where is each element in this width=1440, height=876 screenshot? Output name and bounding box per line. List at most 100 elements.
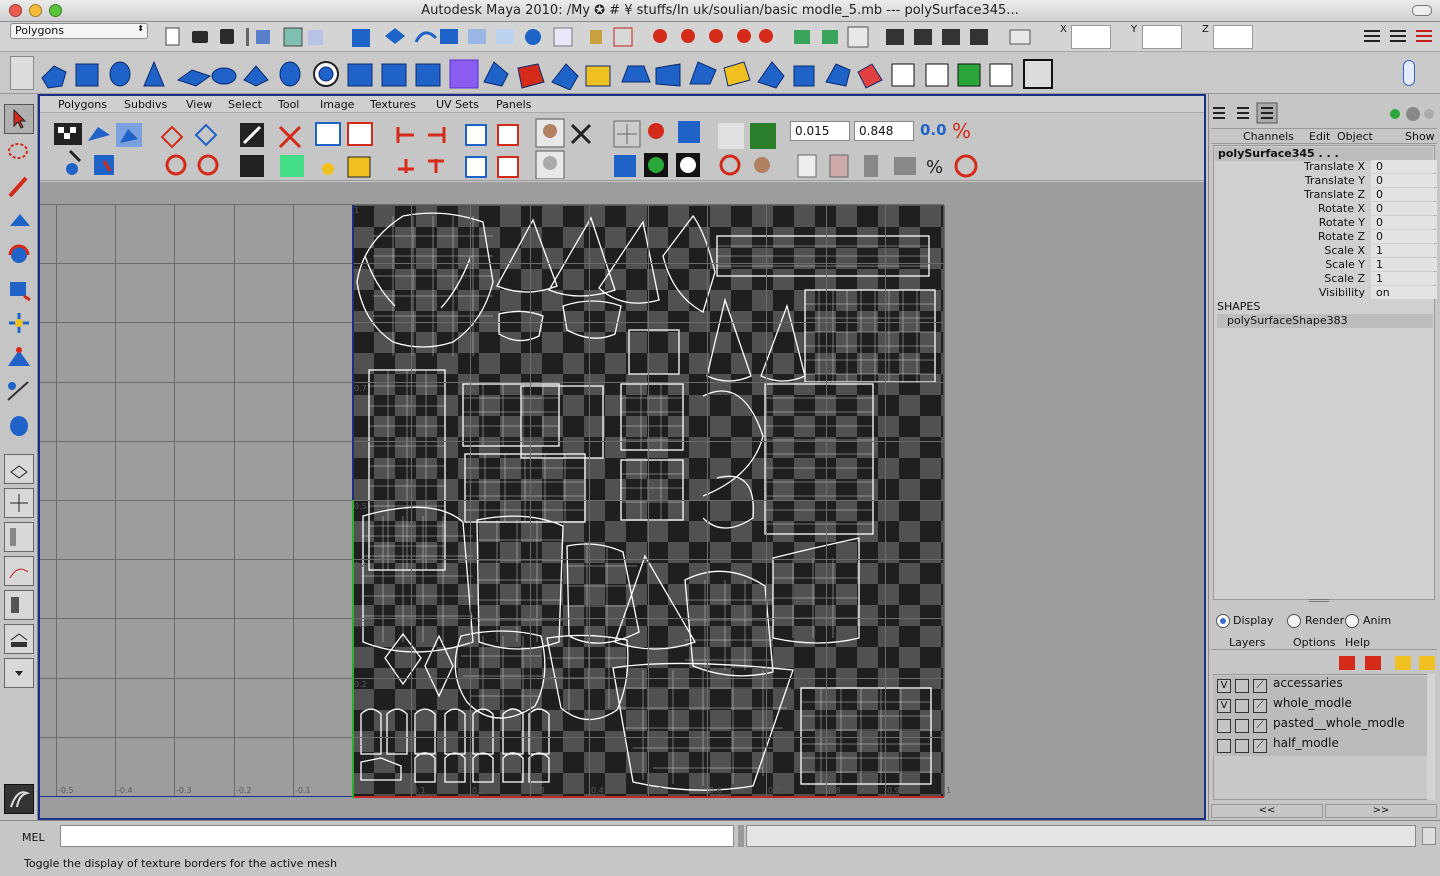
help-menu[interactable]: Help xyxy=(1345,636,1370,649)
uv-viewport[interactable]: -0.5 -0.4 -0.3 -0.2 -0.1 0 0.1 0.2 0.3 0.4 0.5 0.6 0… xyxy=(40,182,1204,818)
menu-uv-sets[interactable]: UV Sets xyxy=(436,98,479,111)
attribute-value-field[interactable]: 0 xyxy=(1371,174,1437,187)
layer-visibility-toggle[interactable] xyxy=(1217,739,1231,753)
object-menu[interactable]: Object xyxy=(1337,130,1373,143)
move-tool-icon[interactable] xyxy=(4,206,34,236)
layer-scrollbar[interactable] xyxy=(1427,674,1435,800)
rotate-tool-icon[interactable] xyxy=(4,240,34,270)
layer-color-swatch[interactable]: ⟋ xyxy=(1253,679,1267,693)
lasso-tool-icon[interactable] xyxy=(4,138,34,168)
attribute-value-field[interactable]: on xyxy=(1371,286,1437,299)
layer-action-icons[interactable] xyxy=(1335,652,1435,674)
x-coord-field[interactable] xyxy=(1071,25,1111,49)
attribute-row[interactable]: Translate Z 0 xyxy=(1213,188,1437,202)
attribute-row[interactable]: Translate X 0 xyxy=(1213,160,1437,174)
layers-menu[interactable]: Layers xyxy=(1229,636,1265,649)
layer-color-swatch[interactable]: ⟋ xyxy=(1253,739,1267,753)
anim-radio[interactable] xyxy=(1345,614,1359,628)
command-language-label[interactable]: MEL xyxy=(22,831,45,844)
layer-type-toggle[interactable] xyxy=(1235,679,1249,693)
attribute-row[interactable]: Scale X 1 xyxy=(1213,244,1437,258)
z-coord-field[interactable] xyxy=(1213,25,1253,49)
panel-layout-icons[interactable] xyxy=(1360,25,1440,49)
status-line-icons[interactable] xyxy=(150,24,1200,50)
v-coordinate-field[interactable]: 0.848 xyxy=(854,121,914,141)
layer-row[interactable]: V ⟋ accessaries xyxy=(1213,676,1431,696)
layer-row[interactable]: V ⟋ whole_modle xyxy=(1213,696,1431,716)
attribute-value-field[interactable]: 0 xyxy=(1371,202,1437,215)
scroll-right-button[interactable]: >> xyxy=(1325,804,1437,818)
script-editor-button[interactable] xyxy=(1422,827,1436,845)
four-view-layout-icon[interactable] xyxy=(4,488,34,518)
paint-select-tool-icon[interactable] xyxy=(4,172,34,202)
attribute-value-field[interactable]: 0 xyxy=(1371,188,1437,201)
channel-box-mode-icons[interactable] xyxy=(1211,102,1291,124)
edit-menu[interactable]: Edit xyxy=(1309,130,1330,143)
mel-command-input[interactable] xyxy=(60,825,734,847)
attribute-value-field[interactable]: 0 xyxy=(1371,216,1437,229)
attribute-row[interactable]: Scale Z 1 xyxy=(1213,272,1437,286)
menu-view[interactable]: View xyxy=(186,98,212,111)
layout-options-button[interactable] xyxy=(4,658,34,688)
persp-outliner-layout-icon[interactable] xyxy=(4,522,34,552)
select-tool-icon[interactable] xyxy=(4,104,34,134)
menu-polygons[interactable]: Polygons xyxy=(58,98,107,111)
percentage-icon[interactable]: % xyxy=(952,119,971,143)
layer-color-swatch[interactable]: ⟋ xyxy=(1253,699,1267,713)
menu-select[interactable]: Select xyxy=(228,98,262,111)
shape-name[interactable]: polySurfaceShape383 xyxy=(1217,314,1433,328)
layer-visibility-toggle[interactable] xyxy=(1217,719,1231,733)
scroll-left-button[interactable]: << xyxy=(1211,804,1323,818)
persp-graph-layout-icon[interactable] xyxy=(4,556,34,586)
layer-type-toggle[interactable] xyxy=(1235,699,1249,713)
layer-type-toggle[interactable] xyxy=(1235,719,1249,733)
shelf-menu-button[interactable] xyxy=(10,56,34,90)
last-tool-icon[interactable] xyxy=(4,410,34,440)
layer-visibility-toggle[interactable]: V xyxy=(1217,699,1231,713)
render-radio[interactable] xyxy=(1287,614,1301,628)
display-mode-icons[interactable] xyxy=(1387,104,1435,124)
menu-set-dropdown[interactable]: Polygons ⬍ xyxy=(10,23,148,39)
attribute-value-field[interactable]: 0 xyxy=(1371,160,1437,173)
universal-manipulator-icon[interactable] xyxy=(4,308,34,338)
attribute-row[interactable]: Rotate Y 0 xyxy=(1213,216,1437,230)
show-manipulator-icon[interactable] xyxy=(4,376,34,406)
hypershade-layout-icon[interactable] xyxy=(4,590,34,620)
layer-row[interactable]: ⟋ half_modle xyxy=(1213,736,1431,756)
layer-color-swatch[interactable]: ⟋ xyxy=(1253,719,1267,733)
layer-row[interactable]: ⟋ pasted__whole_modle xyxy=(1213,716,1431,736)
menu-tool[interactable]: Tool xyxy=(278,98,299,111)
attribute-row[interactable]: Rotate X 0 xyxy=(1213,202,1437,216)
display-radio[interactable] xyxy=(1216,614,1230,628)
u-coordinate-field[interactable]: 0.015 xyxy=(790,121,850,141)
layer-type-toggle[interactable] xyxy=(1235,739,1249,753)
attribute-row[interactable]: Rotate Z 0 xyxy=(1213,230,1437,244)
shelf-scroll-button[interactable] xyxy=(1403,60,1415,86)
toolbar-toggle-button[interactable] xyxy=(1412,5,1432,16)
command-splitter[interactable] xyxy=(738,825,744,847)
menu-textures[interactable]: Textures xyxy=(370,98,416,111)
shelf-icons[interactable] xyxy=(38,58,1058,90)
attribute-value-field[interactable]: 1 xyxy=(1371,244,1437,257)
attribute-value-field[interactable]: 1 xyxy=(1371,258,1437,271)
pane-splitter[interactable] xyxy=(1309,599,1329,602)
show-menu[interactable]: Show xyxy=(1405,130,1435,143)
attribute-row[interactable]: Scale Y 1 xyxy=(1213,258,1437,272)
uv-texture-layout-icon[interactable] xyxy=(4,624,34,654)
single-perspective-layout-icon[interactable] xyxy=(4,454,34,484)
menu-panels[interactable]: Panels xyxy=(496,98,531,111)
layer-visibility-toggle[interactable]: V xyxy=(1217,679,1231,693)
y-coord-field[interactable] xyxy=(1142,25,1182,49)
soft-modification-icon[interactable] xyxy=(4,342,34,372)
uv-texture-image[interactable] xyxy=(352,205,944,798)
uv-value-toggle-icon[interactable]: 0.0 xyxy=(920,121,947,139)
attribute-value-field[interactable]: 0 xyxy=(1371,230,1437,243)
object-name[interactable]: polySurface345 . . . xyxy=(1215,147,1433,161)
channels-menu[interactable]: Channels xyxy=(1243,130,1294,143)
uv-toolbar-icons-row2[interactable]: % xyxy=(794,153,994,179)
attribute-row[interactable]: Translate Y 0 xyxy=(1213,174,1437,188)
menu-image[interactable]: Image xyxy=(320,98,354,111)
menu-subdivs[interactable]: Subdivs xyxy=(124,98,167,111)
options-menu[interactable]: Options xyxy=(1293,636,1335,649)
attribute-row[interactable]: Visibility on xyxy=(1213,286,1437,300)
